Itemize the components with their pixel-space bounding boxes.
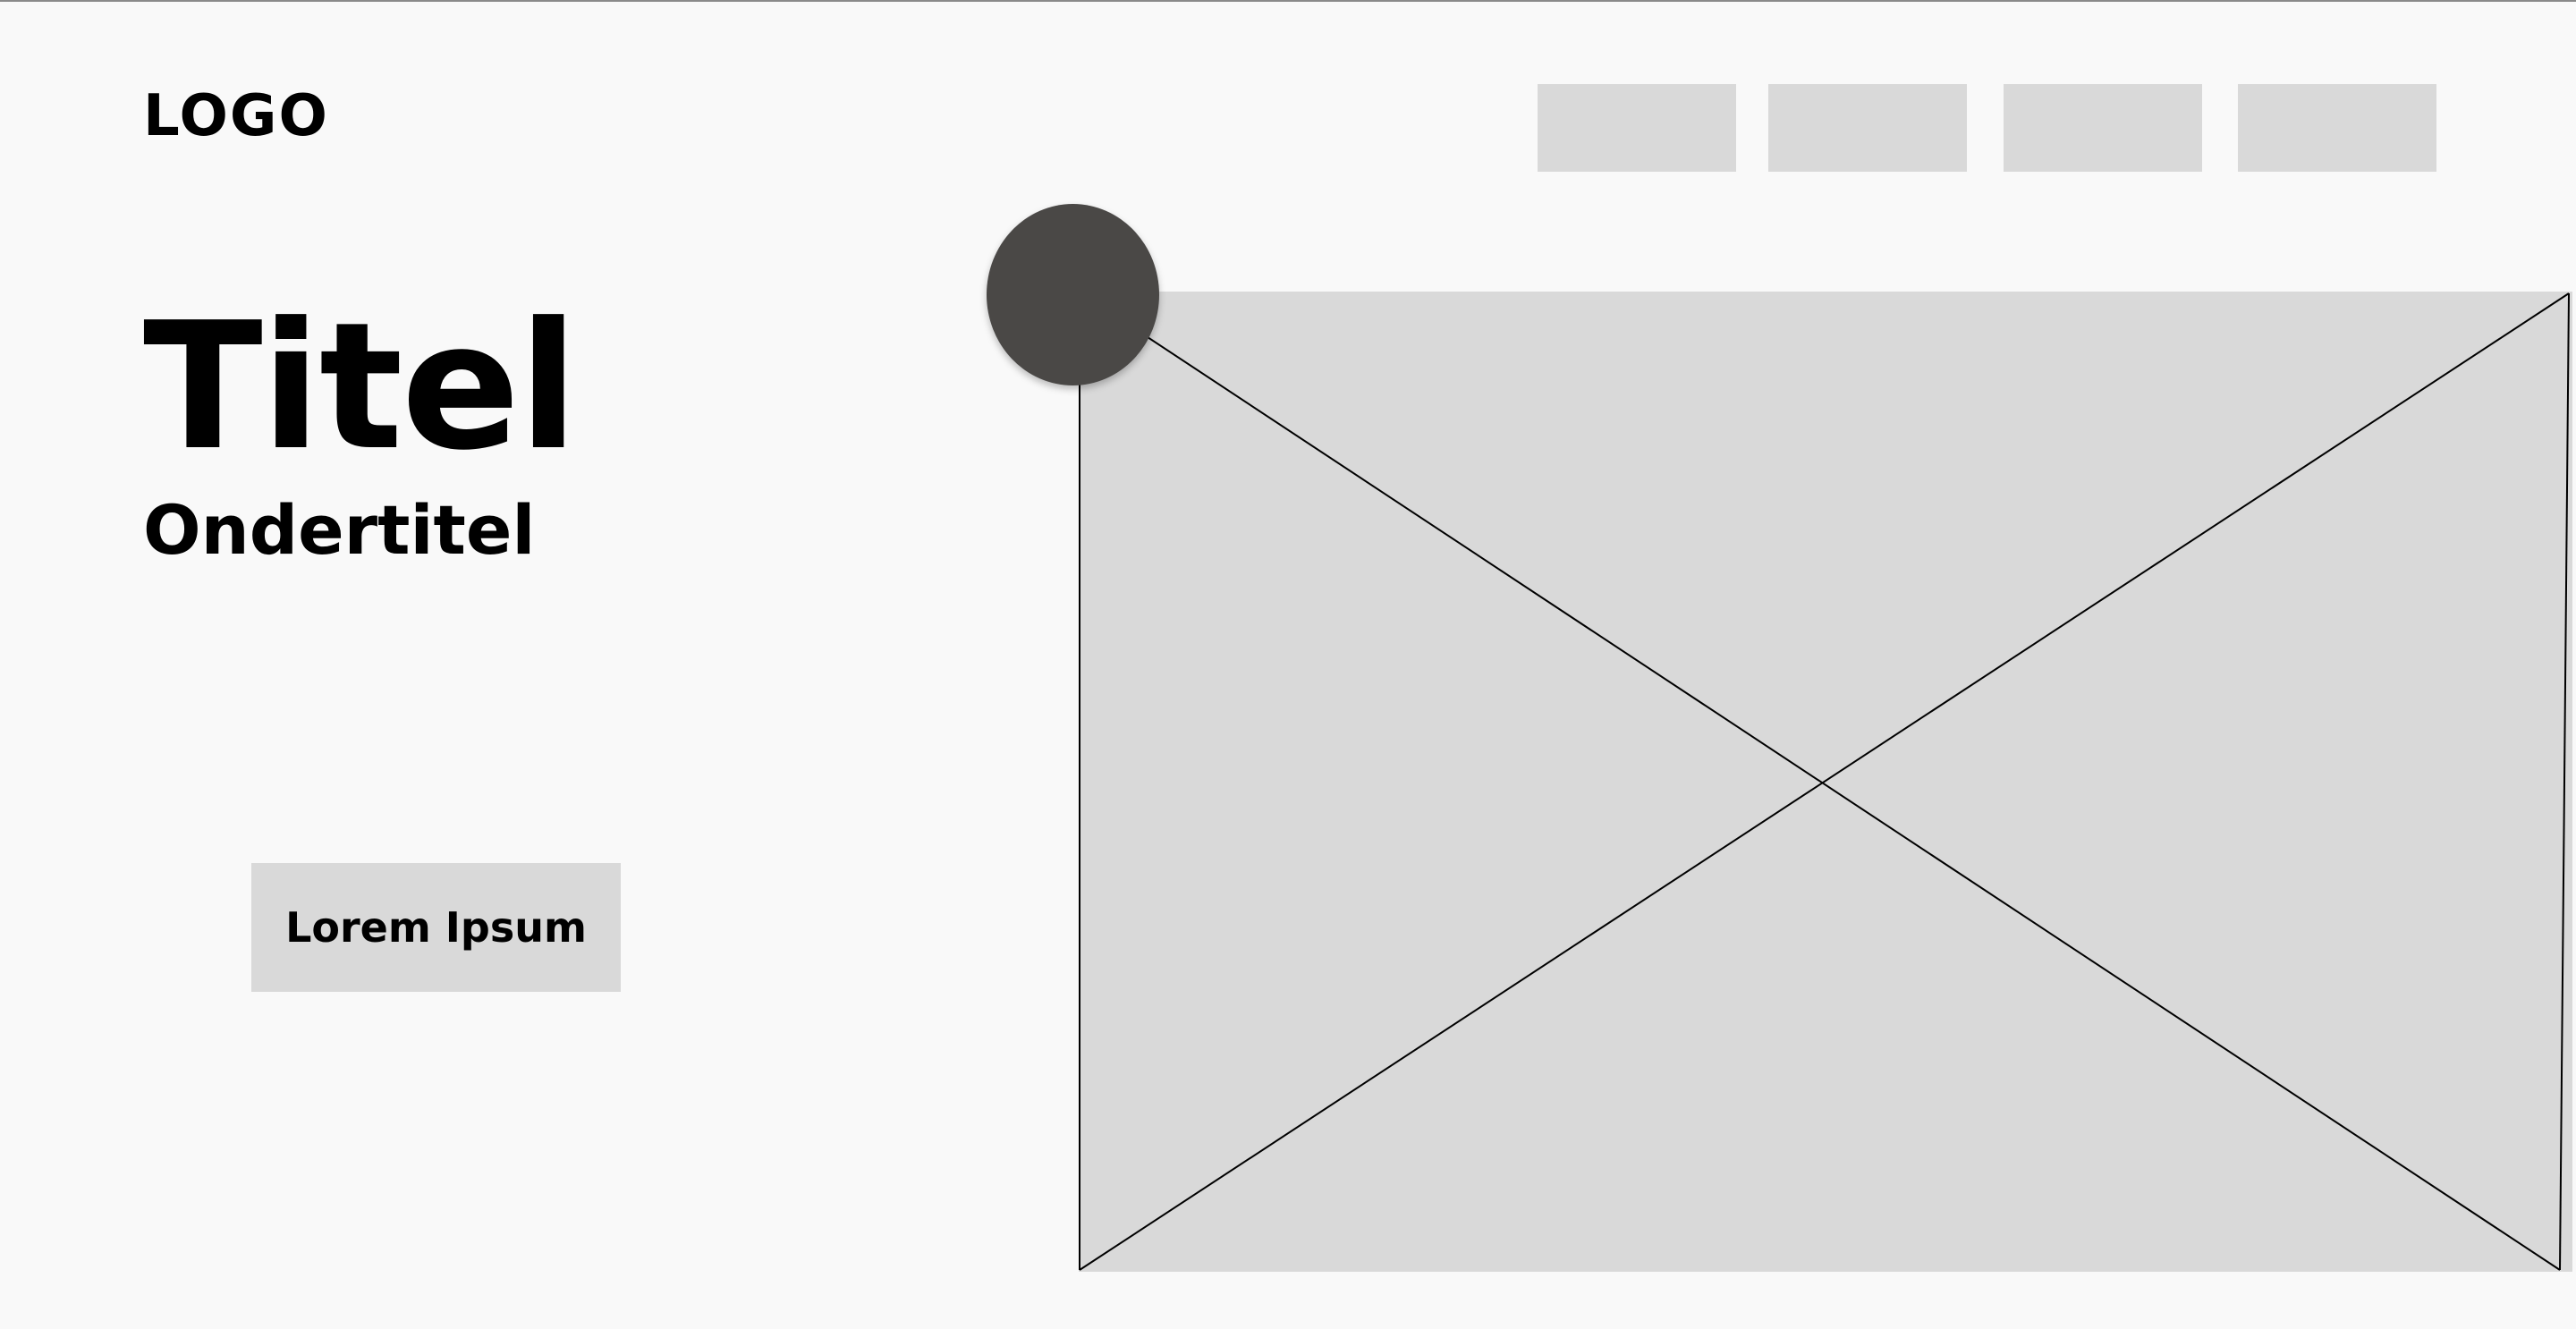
wireframe-page: LOGO Titel Ondertitel Lorem Ipsum [0, 0, 2576, 1329]
cta-button[interactable]: Lorem Ipsum [251, 863, 621, 992]
nav-item-3[interactable] [2004, 84, 2202, 172]
page-subtitle: Ondertitel [143, 490, 536, 570]
nav-item-1[interactable] [1538, 84, 1736, 172]
page-title: Titel [143, 285, 579, 489]
nav-item-2[interactable] [1768, 84, 1967, 172]
image-placeholder [1079, 292, 2572, 1272]
main-nav [1538, 84, 2436, 172]
logo[interactable]: LOGO [143, 88, 329, 145]
nav-item-4[interactable] [2238, 84, 2436, 172]
top-divider [0, 0, 2576, 2]
avatar-circle-icon[interactable] [987, 204, 1159, 385]
image-placeholder-box [1079, 292, 2572, 1272]
